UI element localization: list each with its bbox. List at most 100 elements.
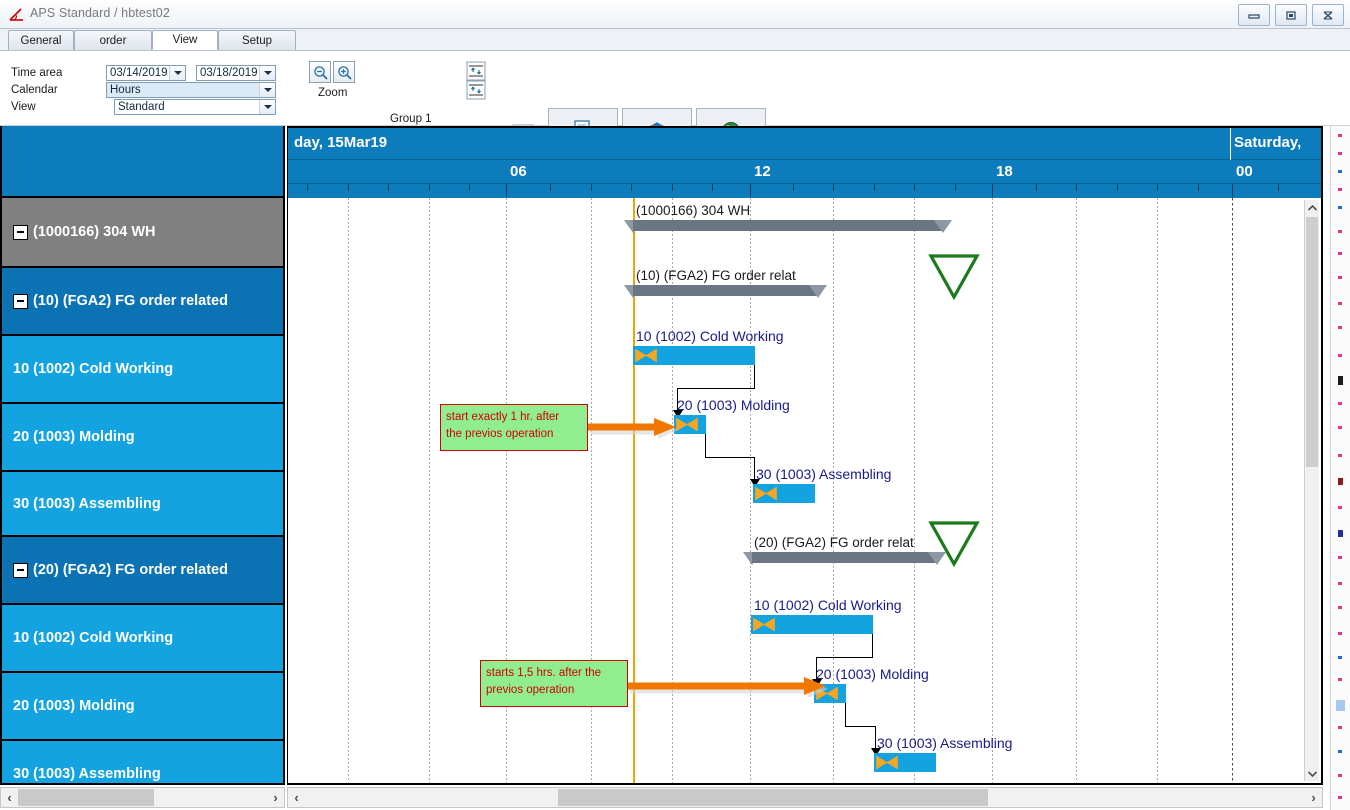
resource-tree: (1000166) 304 WH (10) (FGA2) FG order re… <box>0 126 285 785</box>
tree-row-label: 10 (1002) Cold Working <box>13 630 173 646</box>
scroll-down-button[interactable] <box>1305 766 1319 781</box>
tab-view[interactable]: View <box>152 30 218 50</box>
tree-row-label: 20 (1003) Molding <box>13 429 135 445</box>
zoom-out-button[interactable] <box>309 61 331 83</box>
tab-order[interactable]: order <box>74 30 152 50</box>
gantt-hour-header: 06 12 18 00 <box>288 160 1321 184</box>
tree-horizontal-scrollbar[interactable]: ‹ › <box>0 787 285 808</box>
gantt-horizontal-scrollbar[interactable]: ‹ › <box>287 787 1323 808</box>
close-button[interactable] <box>1312 4 1344 26</box>
tab-general[interactable]: General <box>8 30 74 50</box>
chevron-down-icon[interactable] <box>259 100 275 114</box>
date-to-field[interactable]: 03/18/2019 <box>196 65 276 81</box>
bowtie-marker-icon <box>635 349 657 367</box>
chevron-down-icon[interactable] <box>169 66 185 80</box>
scroll-thumb[interactable] <box>558 789 988 806</box>
chevron-down-icon[interactable] <box>259 66 275 80</box>
gantt-plot: (1000166) 304 WH (10) (FGA2) FG order re… <box>288 198 1321 783</box>
bowtie-marker-icon <box>755 487 777 505</box>
bar-label-fga2-10: (10) (FGA2) FG order relat <box>636 268 796 283</box>
zoom-in-button[interactable] <box>333 61 355 83</box>
zoom-in-icon <box>337 65 352 80</box>
tree-row-304-wh[interactable]: (1000166) 304 WH <box>2 198 283 268</box>
view-label: View <box>11 101 36 113</box>
callout-one-five-hours[interactable]: starts 1,5 hrs. after the previos operat… <box>480 660 628 707</box>
tree-row-label: (10) (FGA2) FG order related <box>33 293 228 309</box>
date-to-value: 03/18/2019 <box>197 67 259 79</box>
tab-strip: General order View Setup <box>0 29 1350 51</box>
zoom-out-icon <box>313 65 328 80</box>
gantt-chart: day, 15Mar19 Saturday, 06 12 18 00 <box>287 126 1323 785</box>
group2-collapse-button[interactable] <box>465 79 487 101</box>
summary-bar-304-wh[interactable] <box>633 220 943 231</box>
collapse-icon[interactable] <box>13 563 28 578</box>
scroll-left-button[interactable]: ‹ <box>288 788 305 807</box>
view-value: Standard <box>115 101 259 113</box>
gantt-tick-row <box>288 184 1321 198</box>
milestone-green-1[interactable] <box>928 253 980 305</box>
tree-row-cold-working-10b[interactable]: 10 (1002) Cold Working <box>2 605 283 673</box>
tab-setup[interactable]: Setup <box>218 30 296 50</box>
tree-row-label: 20 (1003) Molding <box>13 698 135 714</box>
callout-line-2: the previos operation <box>446 426 582 443</box>
bowtie-marker-icon <box>753 618 775 636</box>
tree-row-assembling-30[interactable]: 30 (1003) Assembling <box>2 472 283 537</box>
day-header-right: Saturday, <box>1234 134 1301 151</box>
collapse-icon[interactable] <box>13 225 28 240</box>
scroll-left-button[interactable]: ‹ <box>1 788 18 807</box>
scroll-up-button[interactable] <box>1305 200 1319 215</box>
time-area-label: Time area <box>11 67 62 79</box>
tree-row-fga2-20[interactable]: (20) (FGA2) FG order related <box>2 537 283 605</box>
collapse-rows-icon <box>465 79 487 101</box>
tree-row-label: 30 (1003) Assembling <box>13 766 161 782</box>
scroll-thumb[interactable] <box>18 789 154 806</box>
collapse-icon[interactable] <box>13 294 28 309</box>
summary-bar-fga2-20[interactable] <box>752 552 937 563</box>
calendar-select[interactable]: Hours <box>106 82 276 98</box>
bar-label-assembling-30b: 30 (1003) Assembling <box>877 735 1012 751</box>
gantt-day-header: day, 15Mar19 Saturday, <box>288 128 1321 160</box>
title-bar: APS Standard / hbtest02 <box>0 0 1350 29</box>
callout-line-1: starts 1,5 hrs. after the <box>486 665 622 682</box>
window-title: APS Standard / hbtest02 <box>30 6 170 20</box>
bar-label-cold-working-10b: 10 (1002) Cold Working <box>754 597 902 613</box>
tree-row-molding-20b[interactable]: 20 (1003) Molding <box>2 673 283 741</box>
bar-label-cold-working-10: 10 (1002) Cold Working <box>636 328 784 344</box>
document-minimap[interactable] <box>1330 126 1350 810</box>
group1-label: Group 1 <box>390 113 432 125</box>
scroll-right-button[interactable]: › <box>267 788 284 807</box>
window-controls <box>1238 4 1344 26</box>
bowtie-marker-icon <box>876 756 898 774</box>
callout-line-1: start exactly 1 hr. after <box>446 409 582 426</box>
bar-label-molding-20: 20 (1003) Molding <box>677 397 790 413</box>
milestone-green-2[interactable] <box>928 520 980 572</box>
gantt-vertical-scrollbar[interactable] <box>1304 200 1319 781</box>
callout-one-hour[interactable]: start exactly 1 hr. after the previos op… <box>440 404 588 451</box>
calendar-value: Hours <box>107 84 259 96</box>
scroll-thumb[interactable] <box>1306 217 1318 467</box>
bar-label-molding-20b: 20 (1003) Molding <box>816 666 929 682</box>
scroll-right-button[interactable]: › <box>1305 788 1322 807</box>
hour-tick-12: 12 <box>754 163 771 180</box>
maximize-button[interactable] <box>1275 4 1307 26</box>
bar-label-fga2-20: (20) (FGA2) FG order relat <box>754 535 914 550</box>
date-from-field[interactable]: 03/14/2019 <box>106 65 186 81</box>
bar-label-304-wh: (1000166) 304 WH <box>636 203 750 218</box>
tree-row-assembling-30b[interactable]: 30 (1003) Assembling <box>2 741 283 785</box>
minimize-button[interactable] <box>1238 4 1270 26</box>
hour-tick-18: 18 <box>996 163 1013 180</box>
toolbar: Time area Calendar View 03/14/2019 03/18… <box>0 51 1350 126</box>
tree-row-label: (20) (FGA2) FG order related <box>33 562 228 578</box>
tree-row-label: 30 (1003) Assembling <box>13 496 161 512</box>
view-select[interactable]: Standard <box>114 99 276 115</box>
tree-row-label: 10 (1002) Cold Working <box>13 361 173 377</box>
bowtie-marker-icon <box>676 418 698 436</box>
chevron-down-icon[interactable] <box>259 83 275 97</box>
hour-tick-00: 00 <box>1236 163 1253 180</box>
bar-label-assembling-30: 30 (1003) Assembling <box>756 466 891 482</box>
tree-row-fga2-10[interactable]: (10) (FGA2) FG order related <box>2 268 283 336</box>
calendar-label: Calendar <box>11 84 58 96</box>
summary-bar-fga2-10[interactable] <box>633 285 818 296</box>
tree-row-molding-20[interactable]: 20 (1003) Molding <box>2 404 283 472</box>
tree-row-cold-working-10[interactable]: 10 (1002) Cold Working <box>2 336 283 404</box>
